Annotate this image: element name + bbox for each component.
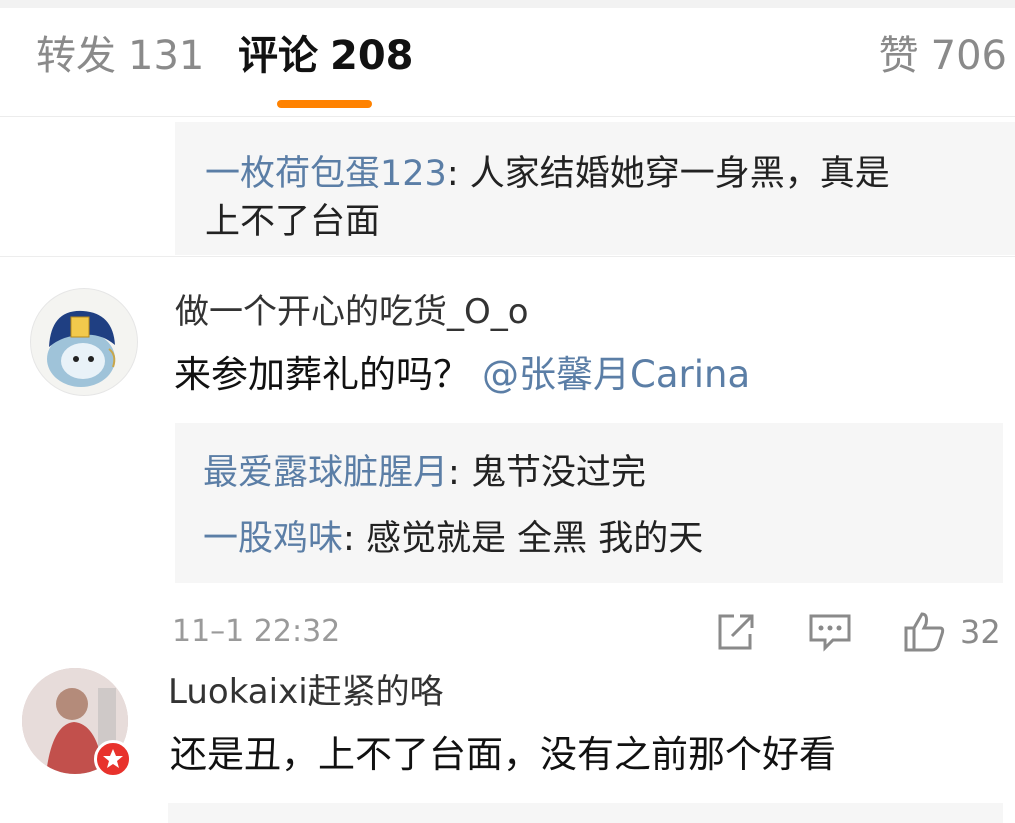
avatar[interactable] xyxy=(30,288,138,396)
tab-likes-label: 赞 xyxy=(878,33,919,79)
divider xyxy=(0,256,1015,257)
verified-badge-icon xyxy=(94,740,132,778)
active-tab-indicator xyxy=(277,100,372,108)
tab-likes[interactable]: 赞 706 xyxy=(879,32,1007,80)
mention-link[interactable]: @张馨月Carina xyxy=(482,353,750,396)
status-strip xyxy=(0,0,1015,8)
tab-repost-count: 131 xyxy=(128,33,205,79)
tab-bar: 转发 131 评论 208 赞 706 xyxy=(0,8,1015,117)
comment-username[interactable]: Luokaixi赶紧的咯 xyxy=(168,670,444,714)
tab-comments-label: 评论 xyxy=(238,33,318,79)
reply-box[interactable]: 最爱露球脏腥月: 鬼节没过完 一股鸡味: 感觉就是 全黑 我的天 xyxy=(175,423,1003,583)
reply-username[interactable]: 一枚荷包蛋123 xyxy=(205,154,447,194)
reply-separator: : xyxy=(446,154,470,194)
like-icon xyxy=(904,612,945,652)
reply-text: 鬼节没过完 xyxy=(470,453,646,493)
tab-likes-count: 706 xyxy=(930,33,1007,79)
tab-comments[interactable]: 评论 208 xyxy=(238,32,414,80)
tab-repost-label: 转发 xyxy=(36,33,116,79)
comment-body: 还是丑，上不了台面，没有之前那个好看 xyxy=(170,733,836,776)
comment-username[interactable]: 做一个开心的吃货_O_o xyxy=(175,290,529,334)
avatar-illustration xyxy=(47,310,116,387)
tab-comments-count: 208 xyxy=(330,33,414,79)
reply-separator: : xyxy=(343,519,366,559)
comment-timestamp: 11–1 22:32 xyxy=(172,614,341,649)
like-button[interactable] xyxy=(900,608,948,654)
comment-text: 来参加葬礼的吗？ @张馨月Carina xyxy=(174,350,750,400)
reply-text-continued: 上不了台面 xyxy=(205,202,381,242)
reply-item[interactable]: 一股鸡味: 感觉就是 全黑 我的天 xyxy=(203,515,703,563)
reply-text: 感觉就是 全黑 我的天 xyxy=(365,519,704,559)
reply-box[interactable]: 一枚荷包蛋123: 人家结婚她穿一身黑，真是 上不了台面 xyxy=(175,122,1015,255)
reply-box[interactable] xyxy=(168,803,1003,823)
share-icon xyxy=(718,614,754,650)
like-count: 32 xyxy=(960,613,1001,651)
reply-item[interactable]: 一枚荷包蛋123: 人家结婚她穿一身黑，真是 上不了台面 xyxy=(205,150,975,246)
reply-username[interactable]: 最爱露球脏腥月 xyxy=(203,453,448,493)
share-button[interactable] xyxy=(714,608,758,654)
reply-separator: : xyxy=(448,453,471,493)
reply-text: 人家结婚她穿一身黑，真是 xyxy=(469,154,890,194)
comment-icon xyxy=(809,614,851,652)
tab-repost[interactable]: 转发 131 xyxy=(36,32,204,80)
reply-username[interactable]: 一股鸡味 xyxy=(203,519,343,559)
comment-body: 来参加葬礼的吗？ xyxy=(174,353,470,396)
comment-button[interactable] xyxy=(805,608,855,654)
reply-item[interactable]: 最爱露球脏腥月: 鬼节没过完 xyxy=(203,449,646,497)
